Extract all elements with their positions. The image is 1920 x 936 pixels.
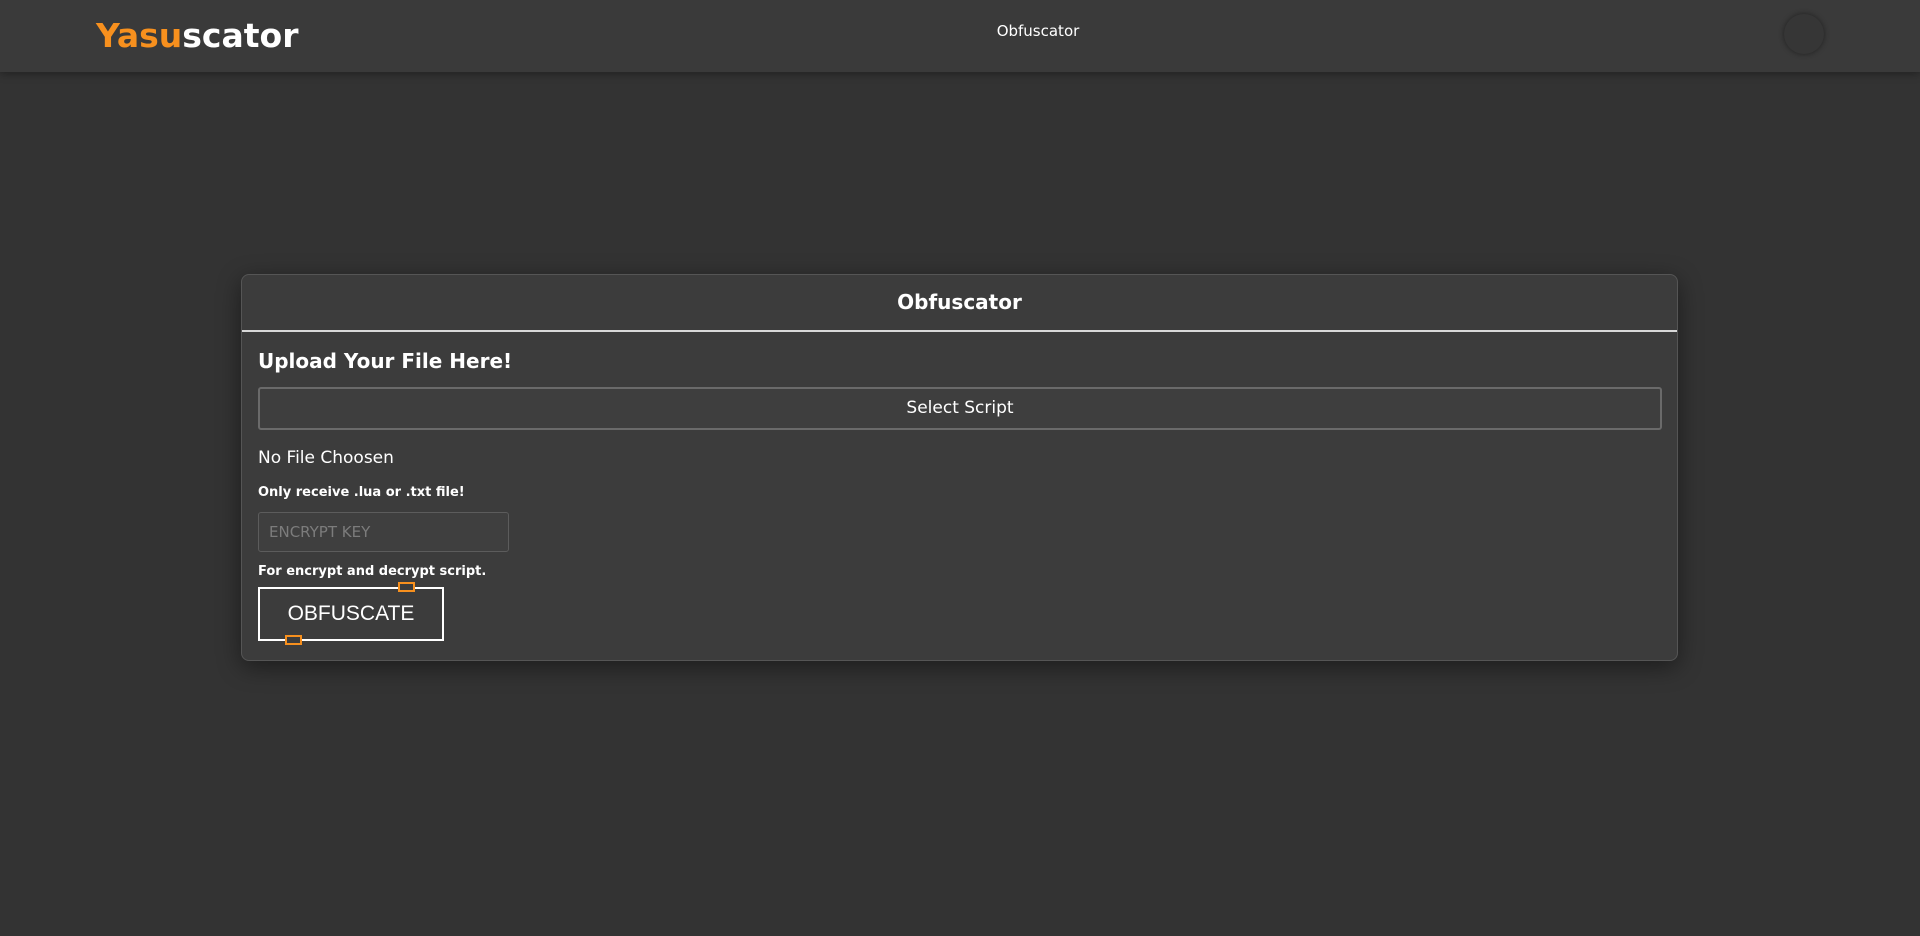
site-logo[interactable]: Yasuscator [96, 14, 298, 58]
avatar[interactable] [1784, 14, 1824, 54]
button-corner-marker-bottom [285, 635, 302, 645]
file-type-hint: Only receive .lua or .txt file! [258, 485, 465, 500]
upload-heading: Upload Your File Here! [258, 349, 513, 373]
obfuscator-card: Obfuscator Upload Your File Here! Select… [241, 274, 1678, 661]
button-corner-marker-top [398, 582, 415, 592]
top-navbar: Yasuscator Obfuscator [0, 0, 1920, 72]
card-title: Obfuscator [242, 275, 1677, 332]
encrypt-key-input[interactable] [258, 512, 509, 552]
logo-accent-text: Yasu [96, 16, 183, 55]
logo-text: scator [182, 16, 299, 55]
file-status-text: No File Choosen [258, 448, 394, 468]
obfuscate-button[interactable]: OBFUSCATE [258, 587, 444, 641]
encrypt-key-hint: For encrypt and decrypt script. [258, 564, 487, 579]
select-script-button[interactable]: Select Script [258, 387, 1662, 430]
nav-link-obfuscator[interactable]: Obfuscator [960, 22, 1116, 40]
